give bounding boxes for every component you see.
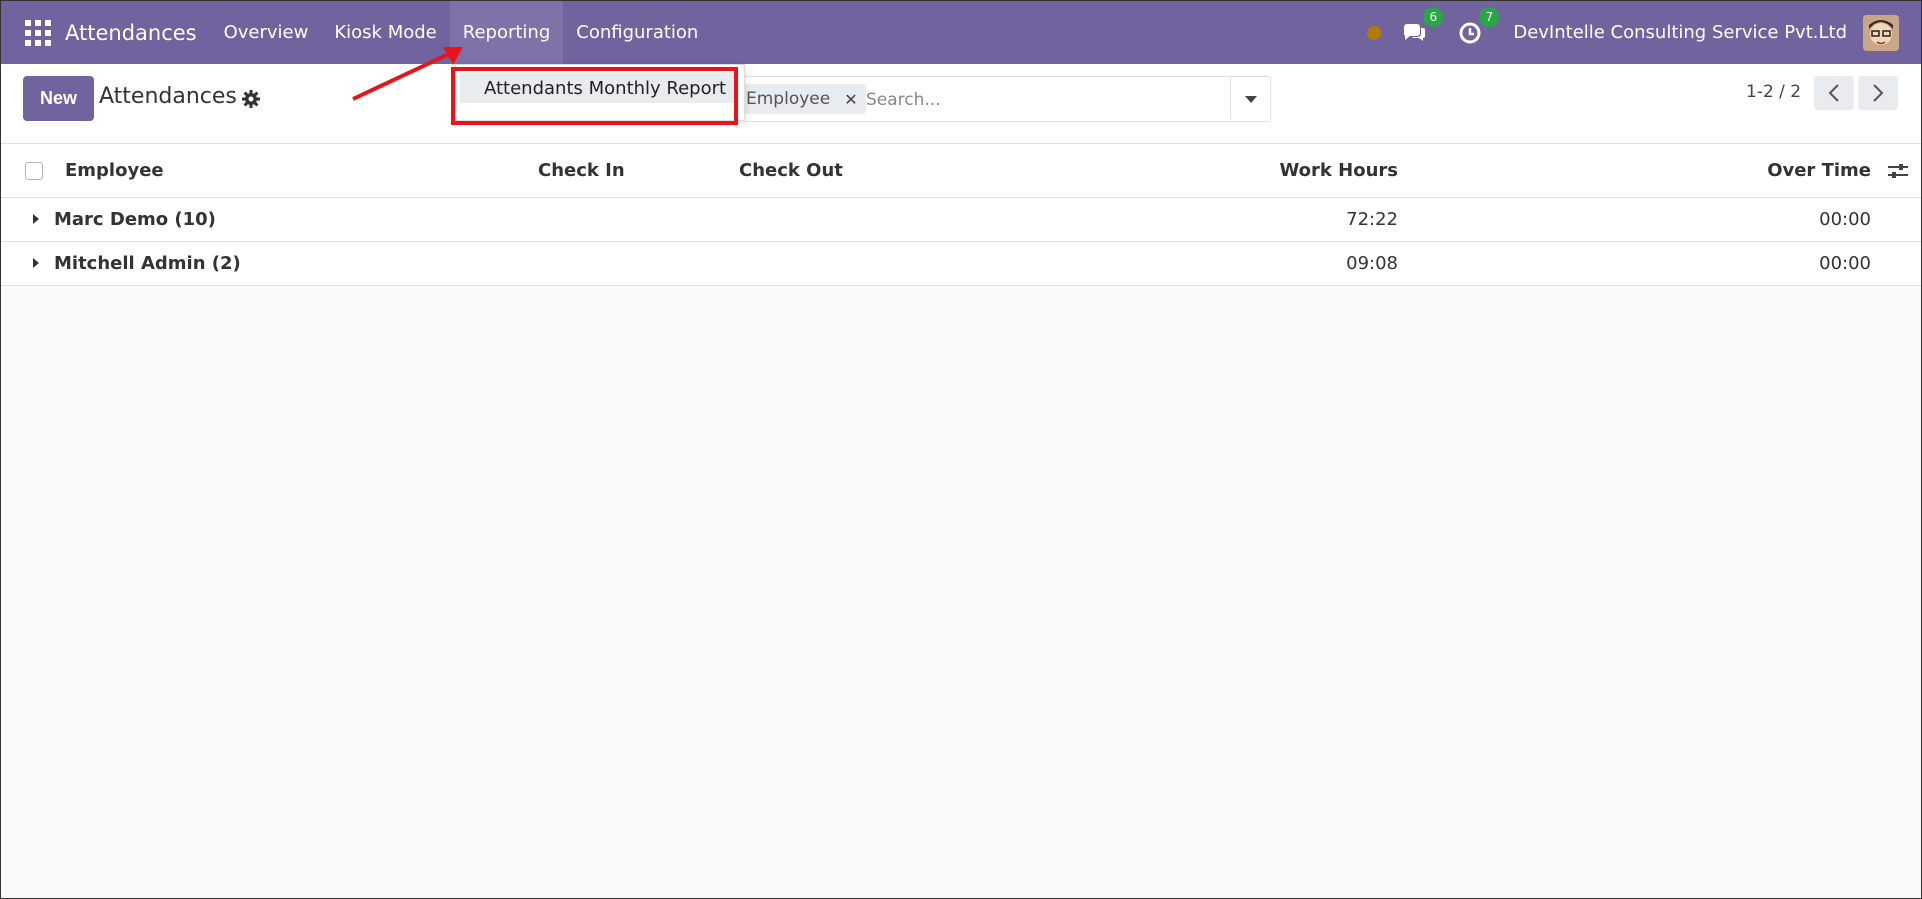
messaging-menu[interactable]: 6	[1401, 6, 1444, 47]
app-brand[interactable]: Attendances	[65, 21, 197, 45]
control-panel: New Attendances Employee ✕ 1-2 / 2	[1, 64, 1921, 144]
chevron-left-icon	[1828, 84, 1839, 102]
column-header-employee[interactable]: Employee	[65, 160, 164, 181]
chat-bubbles-icon	[1404, 23, 1426, 41]
search-input[interactable]	[866, 85, 1226, 115]
clock-icon	[1459, 22, 1481, 43]
menu-configuration[interactable]: Configuration	[563, 1, 711, 64]
caret-right-icon	[33, 258, 39, 268]
reporting-dropdown: Attendants Monthly Report	[455, 64, 745, 121]
facet-label: Employee	[746, 89, 831, 109]
attendance-list: Employee Check In Check Out Work Hours O…	[1, 144, 1921, 286]
caret-right-icon	[33, 214, 39, 224]
menu-kiosk-mode[interactable]: Kiosk Mode	[321, 1, 449, 64]
pager-next-button[interactable]	[1858, 76, 1898, 110]
main-menu: Overview Kiosk Mode Reporting Configurat…	[211, 1, 712, 64]
menu-overview[interactable]: Overview	[211, 1, 322, 64]
group-row-mitchell-admin[interactable]: Mitchell Admin (2) 09:08 00:00	[1, 242, 1921, 286]
column-header-check-out[interactable]: Check Out	[739, 160, 843, 181]
apps-menu-icon[interactable]	[25, 19, 51, 46]
pager-value[interactable]: 1-2 / 2	[1746, 82, 1801, 102]
column-header-check-in[interactable]: Check In	[538, 160, 625, 181]
chevron-down-icon	[1244, 95, 1257, 103]
activity-menu[interactable]: 7	[1457, 6, 1500, 47]
group-over-time: 00:00	[1819, 209, 1871, 230]
group-work-hours: 09:08	[1346, 253, 1398, 274]
messages-badge: 6	[1423, 6, 1444, 27]
company-switcher[interactable]: DevIntelle Consulting Service Pvt.Ltd	[1513, 22, 1847, 43]
search-options-toggle[interactable]	[1230, 77, 1270, 121]
pager-previous-button[interactable]	[1814, 76, 1854, 110]
group-name: Mitchell Admin (2)	[54, 253, 241, 274]
group-over-time: 00:00	[1819, 253, 1871, 274]
optional-columns-icon[interactable]	[1887, 161, 1909, 181]
gear-icon[interactable]	[241, 89, 261, 109]
user-avatar[interactable]	[1863, 14, 1899, 51]
presence-status-icon[interactable]	[1367, 25, 1382, 40]
activities-badge: 7	[1479, 6, 1500, 27]
menu-reporting[interactable]: Reporting	[449, 1, 564, 64]
search-facet-employee: Employee ✕	[744, 84, 866, 114]
column-header-work-hours[interactable]: Work Hours	[1279, 160, 1398, 181]
group-row-marc-demo[interactable]: Marc Demo (10) 72:22 00:00	[1, 198, 1921, 242]
page-title: Attendances	[99, 84, 237, 109]
new-button[interactable]: New	[23, 76, 94, 121]
chevron-right-icon	[1873, 84, 1884, 102]
facet-remove-icon[interactable]: ✕	[844, 90, 857, 109]
list-header: Employee Check In Check Out Work Hours O…	[1, 144, 1921, 198]
column-header-over-time[interactable]: Over Time	[1767, 160, 1871, 181]
select-all-checkbox[interactable]	[25, 162, 43, 180]
search-bar: Employee ✕	[743, 76, 1271, 122]
group-name: Marc Demo (10)	[54, 209, 216, 230]
user-avatar-icon	[1863, 14, 1899, 51]
group-work-hours: 72:22	[1346, 209, 1398, 230]
top-navbar: Attendances Overview Kiosk Mode Reportin…	[1, 1, 1921, 64]
systray: 6 7 DevIntelle Consulting Service Pvt.Lt…	[1367, 1, 1921, 64]
menu-item-attendants-monthly-report[interactable]: Attendants Monthly Report	[460, 73, 738, 103]
